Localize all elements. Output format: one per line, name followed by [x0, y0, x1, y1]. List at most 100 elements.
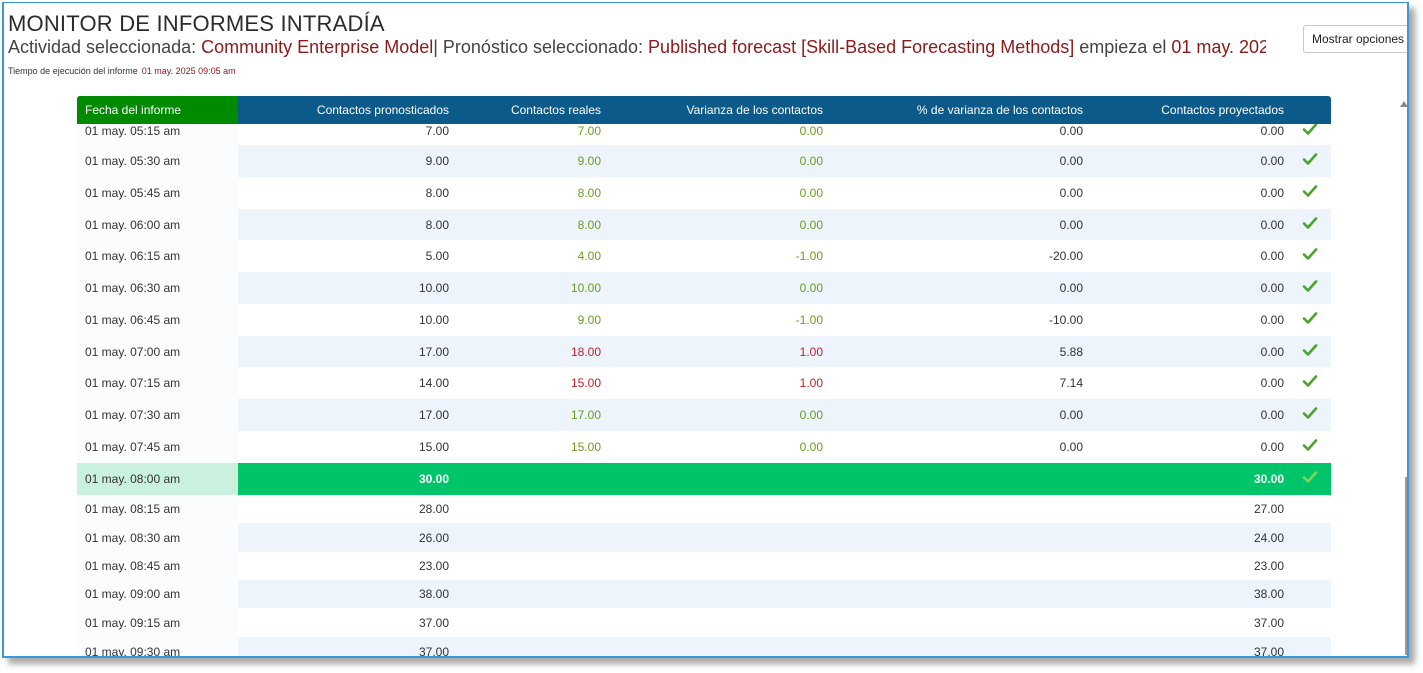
checkmark-icon [1302, 185, 1318, 197]
cell-projected: 0.00 [1260, 218, 1284, 232]
cell-date: 01 may. 09:15 am [85, 616, 181, 630]
cell-actual: 8.00 [577, 186, 601, 200]
scroll-up-arrow[interactable] [1400, 101, 1407, 107]
cell-variance-pct: 7.14 [1059, 376, 1083, 390]
cell-date: 01 may. 06:30 am [85, 281, 181, 295]
col-header-projected[interactable]: Contactos proyectados [1161, 103, 1284, 117]
cell-actual: 4.00 [577, 249, 601, 263]
cell-projected: 0.00 [1260, 408, 1284, 422]
cell-projected: 0.00 [1260, 313, 1284, 327]
cell-variance-pct: 0.00 [1059, 408, 1083, 422]
cell-date: 01 may. 06:15 am [85, 249, 181, 263]
table-row[interactable]: 01 may. 07:30 am 17.00 17.00 0.00 0.00 0.00 [77, 399, 1331, 431]
table-row[interactable]: 01 may. 06:30 am 10.00 10.00 0.00 0.00 0.00 [77, 272, 1331, 304]
cell-projected: 24.00 [1253, 531, 1284, 545]
cell-variance-pct: -20.00 [1048, 249, 1083, 263]
cell-date: 01 may. 09:00 am [85, 587, 181, 601]
checkmark-icon [1302, 407, 1318, 419]
cell-projected: 0.00 [1260, 124, 1284, 138]
cell-projected: 0.00 [1260, 249, 1284, 263]
cell-variance-pct: 5.88 [1059, 345, 1083, 359]
cell-variance: 1.00 [799, 376, 823, 390]
col-header-variance[interactable]: Varianza de los contactos [686, 103, 823, 117]
table-row[interactable]: 01 may. 07:45 am 15.00 15.00 0.00 0.00 0.00 [77, 431, 1331, 463]
cell-forecast: 37.00 [418, 645, 449, 656]
cell-forecast: 23.00 [418, 559, 449, 573]
starts-value: 01 may. 2025 [1171, 37, 1266, 57]
table-row[interactable]: 01 may. 08:30 am 26.00 24.00 [77, 523, 1331, 552]
runtime-info: Tiempo de ejecución del informe 01 may. 2… [8, 66, 236, 76]
table-row[interactable]: 01 may. 05:30 am 9.00 9.00 0.00 0.00 0.00 [77, 145, 1331, 177]
cell-projected: 0.00 [1260, 154, 1284, 168]
cell-date: 01 may. 06:45 am [85, 313, 181, 327]
scrollbar-thumb[interactable] [1405, 477, 1407, 655]
checkmark-icon [1302, 217, 1318, 229]
cell-date: 01 may. 07:15 am [85, 376, 181, 390]
cell-actual: 15.00 [570, 440, 601, 454]
table-row[interactable]: 01 may. 06:00 am 8.00 8.00 0.00 0.00 0.00 [77, 209, 1331, 240]
cell-projected: 0.00 [1260, 376, 1284, 390]
checkmark-icon [1302, 312, 1318, 324]
cell-forecast: 9.00 [425, 154, 449, 168]
checkmark-icon [1302, 375, 1318, 387]
table-row[interactable]: 01 may. 05:45 am 8.00 8.00 0.00 0.00 0.00 [77, 177, 1331, 209]
cell-forecast: 37.00 [418, 616, 449, 630]
cell-variance: 1.00 [799, 345, 823, 359]
cell-projected: 27.00 [1253, 502, 1284, 516]
cell-variance: -1.00 [795, 249, 823, 263]
cell-variance: 0.00 [799, 124, 823, 138]
forecast-label: | Pronóstico seleccionado: [433, 37, 644, 57]
cell-forecast: 10.00 [418, 281, 449, 295]
cell-actual: 9.00 [577, 313, 601, 327]
cell-projected: 0.00 [1260, 440, 1284, 454]
col-header-actual[interactable]: Contactos reales [511, 103, 601, 117]
cell-projected: 30.00 [1253, 472, 1284, 486]
cell-projected: 38.00 [1253, 587, 1284, 601]
col-header-date[interactable]: Fecha del informe [85, 103, 181, 117]
cell-forecast: 17.00 [418, 345, 449, 359]
cell-projected: 0.00 [1260, 345, 1284, 359]
checkmark-icon [1302, 471, 1318, 483]
checkmark-icon [1302, 344, 1318, 356]
cell-forecast: 38.00 [418, 587, 449, 601]
runtime-value: 01 may. 2025 09:05 am [141, 66, 236, 76]
cell-forecast: 30.00 [418, 472, 449, 486]
table-row[interactable]: 01 may. 09:30 am 37.00 37.00 [77, 637, 1331, 656]
cell-variance-pct: 0.00 [1059, 440, 1083, 454]
cell-forecast: 26.00 [418, 531, 449, 545]
cell-date: 01 may. 07:00 am [85, 345, 181, 359]
table-row[interactable]: 01 may. 06:45 am 10.00 9.00 -1.00 -10.00 0.00 [77, 304, 1331, 336]
cell-actual: 15.00 [570, 376, 601, 390]
cell-variance-pct: 0.00 [1059, 124, 1083, 138]
cell-date: 01 may. 09:30 am [85, 645, 181, 656]
cell-date: 01 may. 05:45 am [85, 186, 181, 200]
cell-variance: 0.00 [799, 408, 823, 422]
activity-value: Community Enterprise Model [201, 37, 434, 57]
cell-projected: 37.00 [1253, 616, 1284, 630]
cell-forecast: 14.00 [418, 376, 449, 390]
table-row[interactable]: 01 may. 09:15 am 37.00 37.00 [77, 608, 1331, 637]
cell-forecast: 7.00 [425, 124, 449, 138]
cell-date: 01 may. 08:00 am [85, 472, 181, 486]
cell-variance: 0.00 [799, 440, 823, 454]
table-row[interactable]: 01 may. 09:00 am 38.00 38.00 [77, 580, 1331, 608]
runtime-label: Tiempo de ejecución del informe [8, 66, 138, 76]
table-row[interactable]: 01 may. 07:15 am 14.00 15.00 1.00 7.14 0.00 [77, 367, 1331, 399]
cell-variance: 0.00 [799, 186, 823, 200]
col-header-forecast[interactable]: Contactos pronosticados [317, 103, 449, 117]
table-row[interactable]: 01 may. 06:15 am 5.00 4.00 -1.00 -20.00 0.00 [77, 240, 1331, 272]
cell-date: 01 may. 05:30 am [85, 154, 181, 168]
table-row[interactable]: 01 may. 08:45 am 23.00 23.00 [77, 552, 1331, 580]
show-options-button[interactable]: Mostrar opciones [1303, 25, 1407, 53]
cell-actual: 7.00 [577, 124, 601, 138]
col-header-variance-pct[interactable]: % de varianza de los contactos [917, 103, 1083, 117]
activity-label: Actividad seleccionada: [8, 37, 197, 57]
checkmark-icon [1302, 439, 1318, 451]
cell-variance: 0.00 [799, 154, 823, 168]
checkmark-icon [1302, 280, 1318, 292]
table-row[interactable]: 01 may. 07:00 am 17.00 18.00 1.00 5.88 0.00 [77, 336, 1331, 367]
table-row[interactable]: 01 may. 08:15 am 28.00 27.00 [77, 495, 1331, 523]
starts-label: empieza el [1079, 37, 1167, 57]
table-row[interactable]: 01 may. 08:00 am 30.00 30.00 [77, 463, 1331, 495]
cell-date: 01 may. 07:45 am [85, 440, 181, 454]
